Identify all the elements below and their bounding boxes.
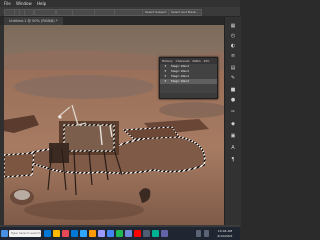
settings-icon[interactable] <box>143 230 150 237</box>
right-panel-dock: ▦ ◴ ◐ ≡ ▤ ✎ ■ ● ✑ ◆ ▣ A ¶ <box>224 17 241 227</box>
mail-icon[interactable] <box>71 230 78 237</box>
taskbar-search-input[interactable]: Type here to search <box>9 230 41 237</box>
document-tab-bar: Untitled-1 @ 50% (RGB/8) * <box>0 17 240 25</box>
options-bar: Select Subject Select and Mask... <box>0 7 240 17</box>
image-canvas[interactable] <box>4 25 224 225</box>
spotify-icon[interactable] <box>116 230 123 237</box>
network-icon[interactable] <box>196 230 201 237</box>
taskbar-clock[interactable]: 10:44 AM 4/12/2021 <box>212 229 238 238</box>
select-and-mask-button[interactable]: Select and Mask... <box>168 9 202 16</box>
character-icon[interactable]: ¶ <box>229 157 237 163</box>
tab-paths[interactable]: Paths <box>193 59 201 63</box>
premiere-icon[interactable] <box>98 230 105 237</box>
menu-help[interactable]: Help <box>37 1 46 6</box>
tab-history[interactable]: History <box>162 59 173 63</box>
styles-icon[interactable]: ◆ <box>229 121 237 127</box>
contiguous-checkbox[interactable] <box>94 9 116 16</box>
sample-all-layers-checkbox[interactable] <box>114 9 144 16</box>
glyphs-icon[interactable]: A <box>229 145 237 151</box>
discord-icon[interactable] <box>125 230 132 237</box>
magic-wand-icon: ✦ <box>164 69 167 73</box>
history-icon[interactable]: ◴ <box>229 33 237 39</box>
magic-wand-icon: ✦ <box>164 74 167 78</box>
history-panel-footer <box>160 93 217 98</box>
paths-icon[interactable]: ✎ <box>229 75 237 81</box>
channels-icon[interactable]: ▤ <box>229 65 237 71</box>
photoshop-icon[interactable] <box>80 230 87 237</box>
volume-icon[interactable] <box>204 230 209 237</box>
history-panel: History Channels Paths Info ✦ Magic Wand… <box>159 57 218 99</box>
anti-alias-checkbox[interactable] <box>72 9 96 16</box>
magic-wand-icon: ✦ <box>164 79 167 83</box>
teams-icon[interactable] <box>161 230 168 237</box>
file-explorer-icon[interactable] <box>53 230 60 237</box>
select-subject-button[interactable]: Select Subject <box>142 9 170 16</box>
layers-icon[interactable]: ▦ <box>229 23 237 29</box>
history-item-selected[interactable]: ✦ Magic Wand <box>160 79 217 84</box>
store-icon[interactable] <box>62 230 69 237</box>
clock-date: 4/12/2021 <box>217 233 233 238</box>
mars-lander-photo <box>4 25 224 225</box>
illustrator-icon[interactable] <box>89 230 96 237</box>
document-tab[interactable]: Untitled-1 @ 50% (RGB/8) * <box>4 17 63 25</box>
sample-size-dropdown[interactable] <box>34 9 56 16</box>
brush-icon[interactable]: ✑ <box>229 109 237 115</box>
chrome-icon[interactable] <box>107 230 114 237</box>
menu-file[interactable]: File <box>4 1 11 6</box>
tab-info[interactable]: Info <box>204 59 210 63</box>
menu-bar: File Window Help <box>0 0 240 7</box>
windows-taskbar: Type here to search 10:44 AM 4/12/2021 <box>0 227 240 240</box>
magic-wand-icon: ✦ <box>164 64 167 68</box>
color-icon[interactable]: ● <box>229 97 237 103</box>
start-icon[interactable] <box>1 230 8 237</box>
properties-icon[interactable]: ≡ <box>229 53 237 59</box>
adjustments-icon[interactable]: ◐ <box>229 43 237 49</box>
menu-window[interactable]: Window <box>16 1 32 6</box>
app-icon[interactable] <box>152 230 159 237</box>
libraries-icon[interactable]: ▣ <box>229 133 237 139</box>
swatches-icon[interactable]: ■ <box>229 87 237 93</box>
acrobat-icon[interactable] <box>134 230 141 237</box>
edge-icon[interactable] <box>44 230 51 237</box>
subtract-selection-button[interactable] <box>24 9 34 16</box>
tab-channels[interactable]: Channels <box>176 59 190 63</box>
